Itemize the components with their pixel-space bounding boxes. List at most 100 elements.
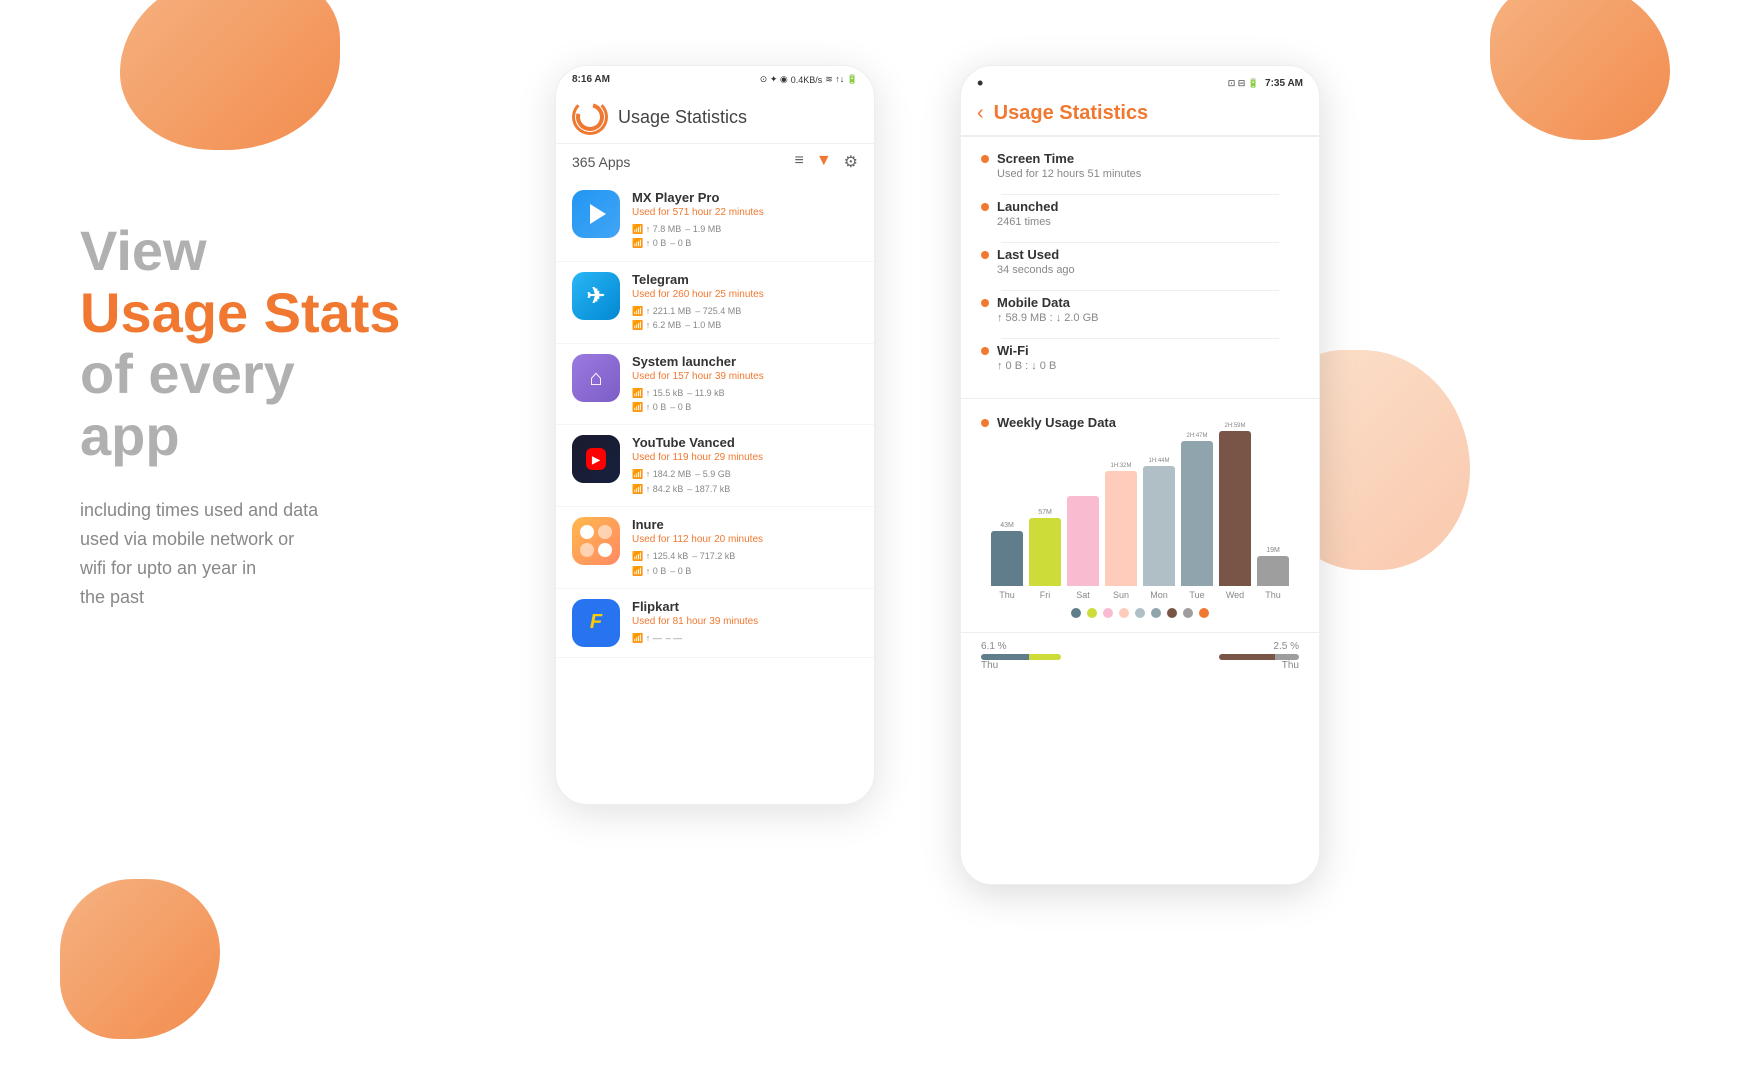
bar-sun: 1H:32M Sun [1105,463,1137,600]
app-icon-telegram: ✈ [572,272,620,320]
phone-mockup-2: • ⊡ ⊟ 🔋 7:35 AM ‹ Usage Statistics Scree… [960,65,1320,885]
list-item[interactable]: ▶ YouTube Vanced Used for 119 hour 29 mi… [556,425,874,507]
legend-dot-9 [1199,608,1209,618]
legend-dot-1 [1071,608,1081,618]
weekly-title: Weekly Usage Data [981,415,1299,430]
bar-label-top: 57M [1038,509,1052,516]
status-time-1: 8:16 AM [572,74,610,85]
list-item[interactable]: ⌂ System launcher Used for 157 hour 39 m… [556,344,874,426]
bar-mon: 1H:44M Mon [1143,458,1175,600]
bottom-right-stat: 2.5 % Thu [1219,641,1299,671]
settings-icon[interactable]: ⚙ [844,152,858,172]
app-details-flipkart: Flipkart Used for 81 hour 39 minutes 📶 ↑… [632,599,858,645]
app-stats: 📶 ↑ 221.1 MB– 725.4 MB 📶 ↑ 6.2 MB– 1.0 M… [632,304,858,333]
status-icons-1: ⊙ ✦ ◉ [760,74,788,85]
decorative-blob-top-left [120,0,340,150]
bottom-left-pct: 6.1 % [981,641,1007,652]
app-name: Telegram [632,272,858,287]
stat-value: Used for 12 hours 51 minutes [997,168,1299,180]
stat-label: Launched [981,199,1299,214]
bar-tue: 2H:47M Tue [1181,433,1213,600]
legend-dot-6 [1151,608,1161,618]
bar-thu1: 43M Thu [991,522,1023,600]
app-usage-time: Used for 571 hour 22 minutes [632,207,858,218]
bottom-left-stat: 6.1 % Thu [981,641,1061,671]
app-label: app [80,405,500,467]
app-name: MX Player Pro [632,190,858,205]
list-item[interactable]: ✈ Telegram Used for 260 hour 25 minutes … [556,262,874,344]
stat-value: ↑ 0 B : ↓ 0 B [997,360,1299,372]
app-name: System launcher [632,354,858,369]
decorative-blob-top-right [1490,0,1670,140]
status-time-2: 7:35 AM [1265,78,1303,89]
list-item[interactable]: MX Player Pro Used for 571 hour 22 minut… [556,180,874,262]
divider [1001,338,1279,339]
stats-section: Screen Time Used for 12 hours 51 minutes… [961,137,1319,392]
app-stats: 📶 ↑ 125.4 kB– 717.2 kB 📶 ↑ 0 B– 0 B [632,549,858,578]
toolbar-icons: ≡ ▼ ⚙ [794,152,858,172]
bar-sat: Sat [1067,494,1099,600]
bar-label-top: 1H:44M [1148,458,1169,464]
app-name: Flipkart [632,599,858,614]
back-button[interactable]: ‹ [977,102,984,125]
bar-day: Thu [999,590,1015,600]
app-details-mx: MX Player Pro Used for 571 hour 22 minut… [632,190,858,251]
bar-wed: 2H:59M Wed [1219,423,1251,600]
stat-last-used: Last Used 34 seconds ago [981,247,1299,276]
stat-dot [981,299,989,307]
left-panel: View Usage Stats of every app including … [80,220,500,612]
phone1-header: Usage Statistics [556,89,874,144]
play-icon [590,204,606,224]
legend-dot-4 [1119,608,1129,618]
bar-label-top: 43M [1000,522,1014,529]
stat-wifi: Wi-Fi ↑ 0 B : ↓ 0 B [981,343,1299,372]
status-icons-2: ⊡ ⊟ 🔋 [1228,78,1259,89]
bar-fri: 57M Fri [1029,509,1061,600]
list-item[interactable]: Inure Used for 112 hour 20 minutes 📶 ↑ 1… [556,507,874,589]
legend-dot-5 [1135,608,1145,618]
list-item[interactable]: F Flipkart Used for 81 hour 39 minutes 📶… [556,589,874,658]
sort-icon[interactable]: ≡ [794,152,803,172]
bottom-right-pct: 2.5 % [1273,641,1299,652]
view-label: View [80,220,500,282]
bar-thu2: 19M Thu [1257,547,1289,600]
bar [991,531,1023,586]
bar-label-top: 2H:59M [1224,423,1245,429]
app-usage-time: Used for 157 hour 39 minutes [632,371,858,382]
stat-value: 2461 times [997,216,1299,228]
stat-mobile-data: Mobile Data ↑ 58.9 MB : ↓ 2.0 GB [981,295,1299,324]
bar-day: Sat [1076,590,1090,600]
app-details-youtube: YouTube Vanced Used for 119 hour 29 minu… [632,435,858,496]
bar [1219,431,1251,586]
telegram-symbol: ✈ [587,283,605,309]
app-icon-mx [572,190,620,238]
status-right-1: ⊙ ✦ ◉ 0.4KB/s ≋ ↑↓ 🔋 [760,74,858,85]
stat-label: Last Used [981,247,1299,262]
of-every-label: of every [80,343,500,405]
app-name: YouTube Vanced [632,435,858,450]
app-icon-inure [572,517,620,565]
legend-dot-8 [1183,608,1193,618]
stat-screen-time: Screen Time Used for 12 hours 51 minutes [981,151,1299,180]
divider [1001,242,1279,243]
stat-value: 34 seconds ago [997,264,1299,276]
logo-ring [571,98,609,136]
stat-dot [981,347,989,355]
phone2-header: ‹ Usage Statistics [961,96,1319,137]
divider [1001,290,1279,291]
bar-label-top: 2H:47M [1186,433,1207,439]
bar-day: Sun [1113,590,1129,600]
legend-dot-7 [1167,608,1177,618]
app-usage-time: Used for 81 hour 39 minutes [632,616,858,627]
app-icon-system: ⌂ [572,354,620,402]
inure-dots [580,525,612,557]
app-usage-time: Used for 112 hour 20 minutes [632,534,858,545]
filter-icon[interactable]: ▼ [816,152,832,172]
app-title-1: Usage Statistics [618,107,747,128]
bar [1257,556,1289,586]
legend-dot-3 [1103,608,1113,618]
app-name: Inure [632,517,858,532]
apps-count: 365 Apps [572,154,630,170]
stat-launched: Launched 2461 times [981,199,1299,228]
legend-dot-2 [1087,608,1097,618]
